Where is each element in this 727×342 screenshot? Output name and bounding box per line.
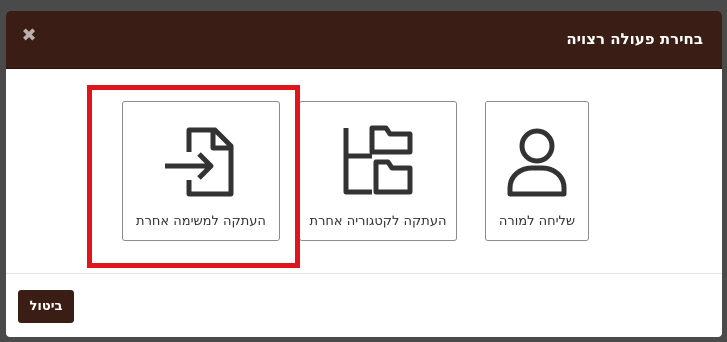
dialog-header: ✖ בחירת פעולה רצויה xyxy=(6,11,722,69)
folder-tree-icon xyxy=(300,122,456,202)
send-to-teacher-label: שליחה למורה xyxy=(498,214,576,229)
copy-to-task-button[interactable]: העתקה למשימה אחרת xyxy=(122,101,280,241)
cancel-button[interactable]: ביטול xyxy=(18,290,74,323)
dialog-body: שליחה למורה העתקה לקטגוריה אחרת העתקה למ… xyxy=(6,69,722,273)
file-import-icon xyxy=(123,122,279,202)
user-icon xyxy=(486,122,588,202)
action-select-dialog: ✖ בחירת פעולה רצויה שליחה למורה העתקה לק… xyxy=(6,11,722,337)
close-icon[interactable]: ✖ xyxy=(20,25,38,47)
copy-to-task-label: העתקה למשימה אחרת xyxy=(136,214,266,229)
dialog-title: בחירת פעולה רצויה xyxy=(566,30,703,48)
copy-to-category-button[interactable]: העתקה לקטגוריה אחרת xyxy=(299,101,457,241)
copy-to-category-label: העתקה לקטגוריה אחרת xyxy=(309,214,447,229)
send-to-teacher-button[interactable]: שליחה למורה xyxy=(485,101,589,241)
dialog-footer: ביטול xyxy=(6,273,722,337)
